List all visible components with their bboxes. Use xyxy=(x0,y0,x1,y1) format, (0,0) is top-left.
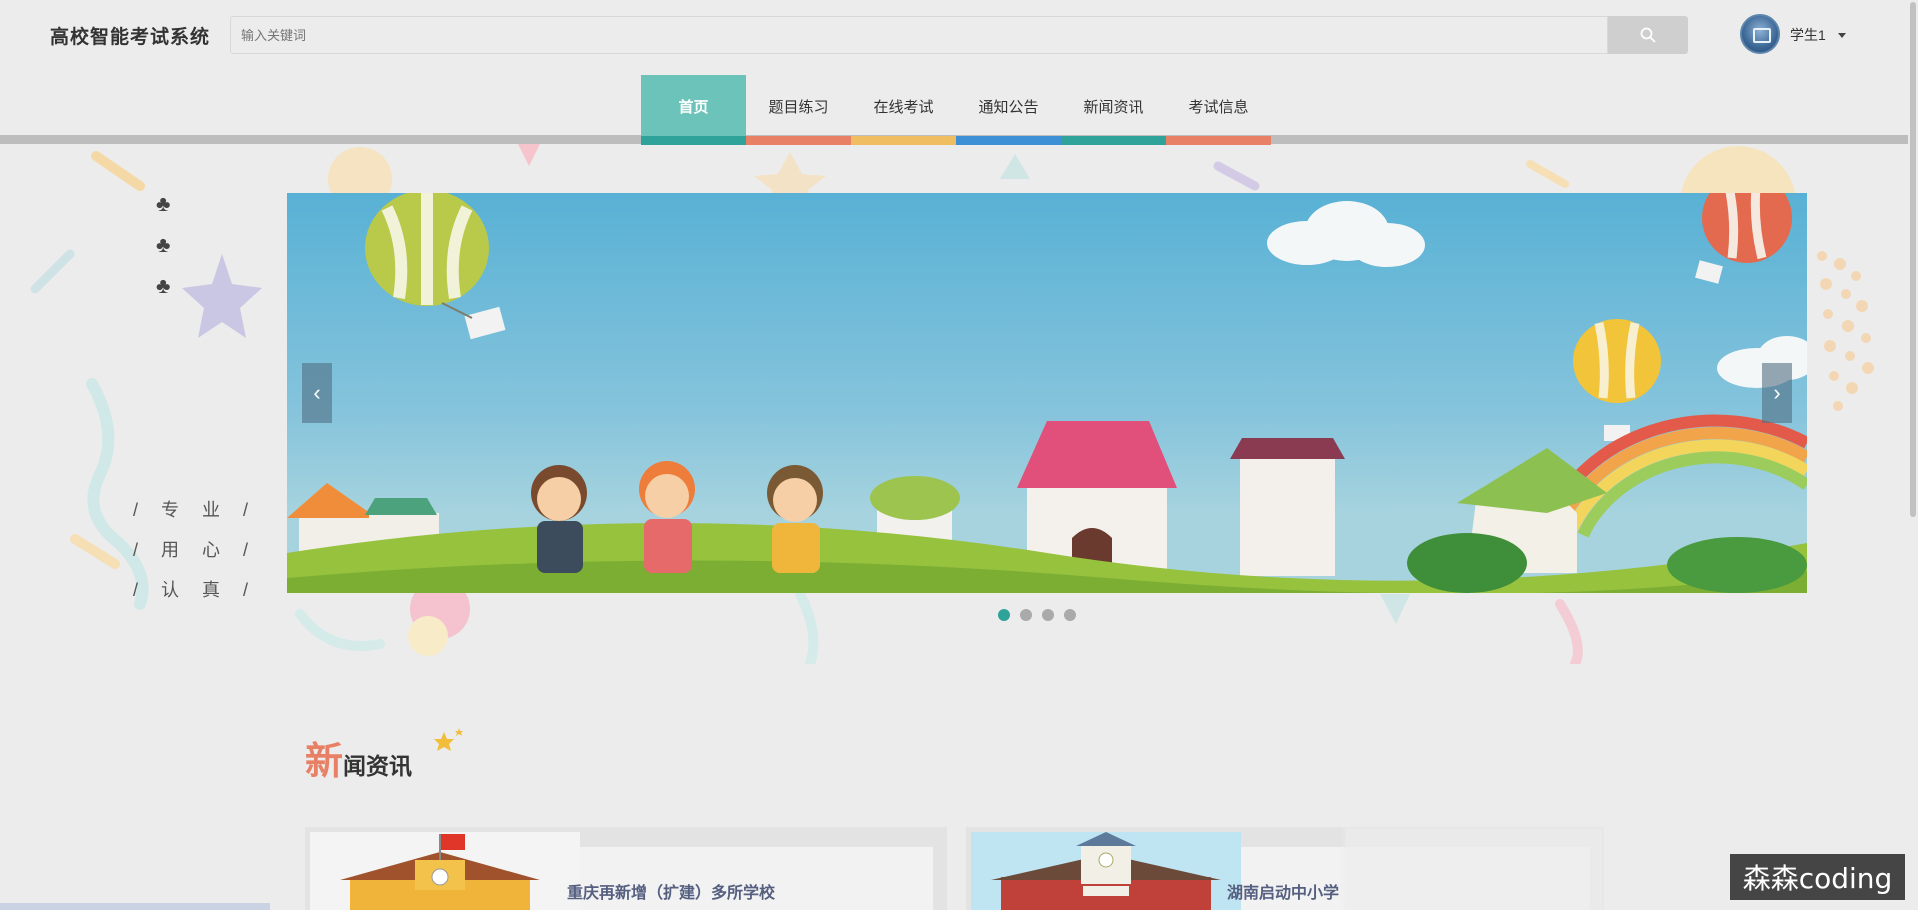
carousel-dot-1[interactable] xyxy=(998,609,1010,621)
search-button[interactable] xyxy=(1608,16,1688,54)
nav-item-label: 在线考试 xyxy=(873,98,934,116)
carousel-dot-2[interactable] xyxy=(1020,609,1032,621)
page-scrollbar[interactable] xyxy=(1908,0,1918,910)
carousel-dot-3[interactable] xyxy=(1042,609,1054,621)
nav-item-practice[interactable]: 题目练习 xyxy=(746,75,851,145)
nav-item-exam-info[interactable]: 考试信息 xyxy=(1166,75,1271,145)
site-title[interactable]: 高校智能考试系统 xyxy=(50,22,210,49)
club-icon: ♣ xyxy=(156,273,171,298)
banner-illustration xyxy=(287,193,1807,593)
slogan-professional: / 专 业 / xyxy=(133,500,258,520)
search-input[interactable] xyxy=(230,16,1608,54)
blurred-overlay xyxy=(1344,827,1604,910)
news-title-first-char: 新 xyxy=(305,741,344,783)
nav-item-notices[interactable]: 通知公告 xyxy=(956,75,1061,145)
carousel-dot-4[interactable] xyxy=(1064,609,1076,621)
search-icon xyxy=(1640,27,1656,43)
user-avatar[interactable] xyxy=(1740,14,1780,54)
nav-item-label: 通知公告 xyxy=(978,98,1039,116)
news-card[interactable]: 重庆再新增（扩建）多所学校 xyxy=(305,827,947,910)
nav-item-label: 新闻资讯 xyxy=(1083,98,1144,116)
news-card[interactable]: 湖南启动中小学 xyxy=(966,827,1604,910)
status-bar-url xyxy=(0,903,270,910)
watermark: 森森coding xyxy=(1730,854,1905,900)
main-nav: 首页 题目练习 在线考试 通知公告 新闻资讯 考试信息 xyxy=(641,75,1271,145)
slogan-attentive: / 用 心 / xyxy=(133,540,258,560)
star-icon xyxy=(434,728,463,751)
carousel-banner[interactable]: ‹ › xyxy=(287,193,1807,593)
news-section-title: 新闻资讯 xyxy=(305,730,412,785)
nav-item-online-exam[interactable]: 在线考试 xyxy=(851,75,956,145)
nav-item-label: 考试信息 xyxy=(1188,98,1249,116)
carousel-next-arrow-icon[interactable]: › xyxy=(1762,363,1792,423)
nav-item-news[interactable]: 新闻资讯 xyxy=(1061,75,1166,145)
user-name[interactable]: 学生1 xyxy=(1790,25,1826,45)
club-icon: ♣ xyxy=(156,191,171,216)
header: 高校智能考试系统 学生1 xyxy=(0,0,1918,70)
user-dropdown-caret-icon[interactable] xyxy=(1838,33,1846,38)
nav-item-label: 题目练习 xyxy=(768,98,829,116)
nav-item-label: 首页 xyxy=(678,98,709,116)
carousel-indicators xyxy=(998,609,1076,621)
news-title-rest: 闻资讯 xyxy=(343,753,413,779)
slogan-serious: / 认 真 / xyxy=(133,580,258,600)
club-icon: ♣ xyxy=(156,232,171,257)
carousel-prev-arrow-icon[interactable]: ‹ xyxy=(302,363,332,423)
news-card-image xyxy=(971,832,1241,910)
scrollbar-thumb[interactable] xyxy=(1910,2,1916,517)
news-card-image xyxy=(310,832,580,910)
news-card-title[interactable]: 重庆再新增（扩建）多所学校 xyxy=(567,879,775,903)
news-card-title[interactable]: 湖南启动中小学 xyxy=(1227,879,1339,903)
nav-item-home[interactable]: 首页 xyxy=(641,75,746,145)
